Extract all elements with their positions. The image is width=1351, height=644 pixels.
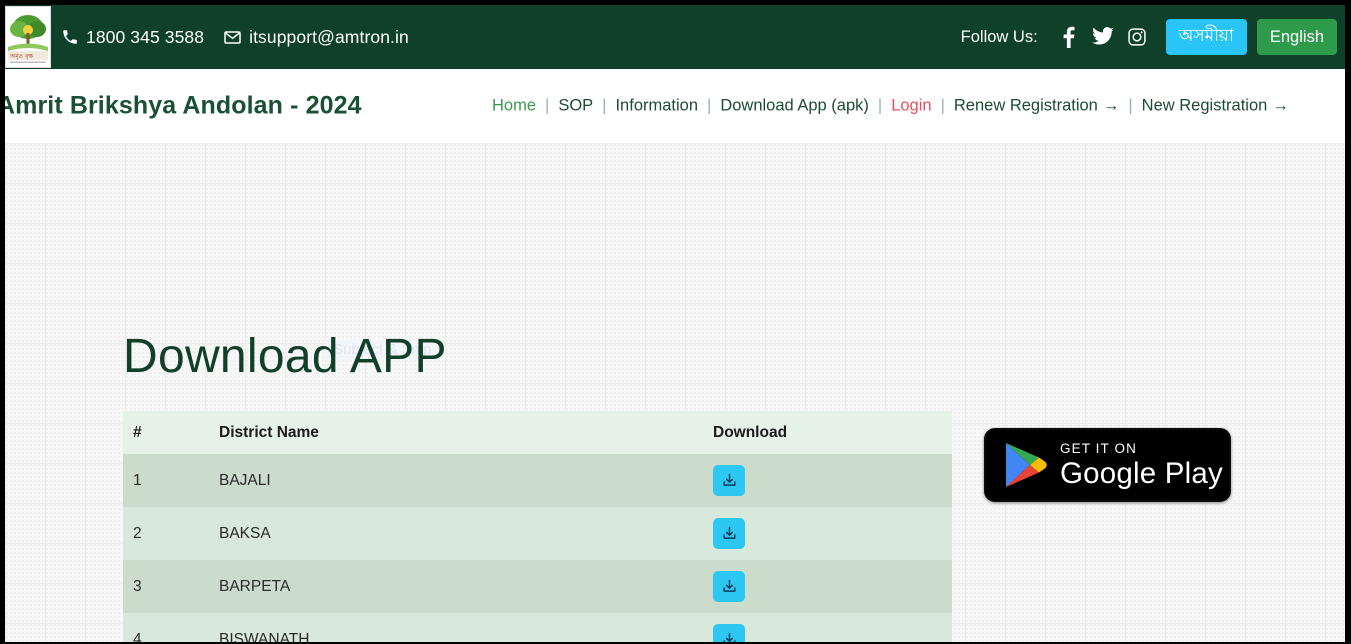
download-button[interactable] (713, 465, 745, 496)
nav-separator: | (877, 96, 883, 115)
facebook-icon[interactable] (1052, 22, 1086, 52)
page-title: Amrit Brikshya Andolan - 2024 (5, 91, 362, 120)
nav-separator: | (545, 96, 550, 115)
top-contact-bar: অমৃত বৃক্ষ 1800 345 3588 itsupport@amtro… (5, 5, 1345, 69)
download-icon (721, 578, 738, 595)
cell-index: 3 (123, 560, 219, 613)
nav-item-sop[interactable]: SOP (558, 97, 593, 116)
google-play-big-label: Google Play (1060, 457, 1223, 490)
nav-item-renew-registration[interactable]: Renew Registration → (954, 97, 1120, 116)
cell-district: BARPETA (219, 560, 713, 613)
phone-icon (61, 28, 79, 46)
phone-number: 1800 345 3588 (86, 26, 205, 47)
language-assamese-button[interactable]: অসমীয়া (1165, 19, 1247, 55)
table-row: 2 BAKSA (123, 507, 952, 560)
download-button[interactable] (713, 518, 745, 549)
cell-district: BAKSA (219, 507, 713, 560)
contact-info: 1800 345 3588 itsupport@amtron.in (61, 5, 409, 69)
nav-separator: | (1128, 96, 1133, 115)
nav-item-information[interactable]: Information (615, 97, 698, 116)
nav-item-home[interactable]: Home (492, 97, 536, 116)
nav-item-new-registration-label: New Registration (1141, 96, 1268, 115)
table-body: 1BAJALI2BAKSA3BARPETA4BISWANATH5BONGAIGA… (123, 454, 952, 642)
language-english-button[interactable]: English (1256, 19, 1337, 55)
cell-index: 4 (123, 613, 219, 642)
google-play-icon (1006, 443, 1047, 487)
nav-item-download-app[interactable]: Download App (apk) (720, 97, 869, 116)
cell-download (713, 507, 952, 560)
google-play-small-label: GET IT ON (1060, 440, 1137, 456)
cell-index: 2 (123, 507, 219, 560)
district-table-container: # District Name Download 1 BAJALI 2 BAKSA 3 B… (123, 411, 952, 642)
follow-us-label: Follow Us: (960, 27, 1038, 46)
google-play-badge[interactable]: GET IT ON Google Play (984, 428, 1231, 502)
phone-contact[interactable]: 1800 345 3588 (61, 27, 204, 48)
arrow-right-icon: → (1272, 96, 1289, 115)
cell-district: BAJALI (219, 454, 713, 507)
nav-separator: | (602, 96, 607, 115)
page-content: Subject & Snip Download APP # District N… (5, 143, 1345, 642)
download-button[interactable] (713, 571, 745, 602)
browser-viewport: অমৃত বৃক্ষ 1800 345 3588 itsupport@amtro… (5, 5, 1345, 642)
email-address: itsupport@amtron.in (249, 26, 409, 47)
table-row: 4 BISWANATH (123, 613, 952, 642)
follow-us-group: Follow Us: অসমীয়া English (961, 5, 1337, 69)
nav-separator: | (940, 96, 945, 115)
svg-text:অমৃত বৃক্ষ: অমৃত বৃক্ষ (9, 53, 33, 60)
download-button[interactable] (713, 624, 745, 642)
envelope-icon (223, 28, 242, 47)
cell-download (713, 560, 952, 613)
instagram-icon[interactable] (1120, 22, 1154, 52)
cell-download (713, 613, 952, 642)
download-icon (721, 472, 738, 489)
email-contact[interactable]: itsupport@amtron.in (223, 27, 409, 48)
table-header-row: # District Name Download (123, 411, 952, 454)
arrow-right-icon: → (1102, 96, 1120, 115)
download-icon (721, 525, 738, 542)
column-header-download: Download (713, 411, 952, 454)
district-download-table: # District Name Download 1 BAJALI 2 BAKSA 3 B… (123, 411, 952, 642)
amrit-brikshya-logo-icon: অমৃত বৃক্ষ (6, 7, 50, 67)
cell-index: 1 (123, 454, 219, 507)
download-app-heading: Download APP (123, 330, 447, 383)
cell-download (713, 454, 952, 507)
table-row: 3 BARPETA (123, 560, 952, 613)
table-head: # District Name Download (123, 411, 952, 454)
twitter-icon[interactable] (1086, 22, 1120, 52)
google-play-text: GET IT ON Google Play (1060, 440, 1223, 490)
column-header-district: District Name (219, 411, 713, 454)
nav-item-login[interactable]: Login (891, 97, 931, 116)
nav-item-new-registration[interactable]: New Registration → (1142, 97, 1289, 116)
nav-item-renew-registration-label: Renew Registration (953, 96, 1098, 115)
download-icon (721, 631, 738, 642)
cell-district: BISWANATH (219, 613, 713, 642)
nav-separator: | (707, 96, 712, 115)
column-header-index: # (123, 411, 219, 454)
site-logo[interactable]: অমৃত বৃক্ষ (5, 6, 51, 68)
main-navigation-bar: Amrit Brikshya Andolan - 2024 Home | SOP… (5, 69, 1345, 143)
table-row: 1 BAJALI (123, 454, 952, 507)
nav-links: Home | SOP | Information | Download App … (492, 97, 1289, 116)
